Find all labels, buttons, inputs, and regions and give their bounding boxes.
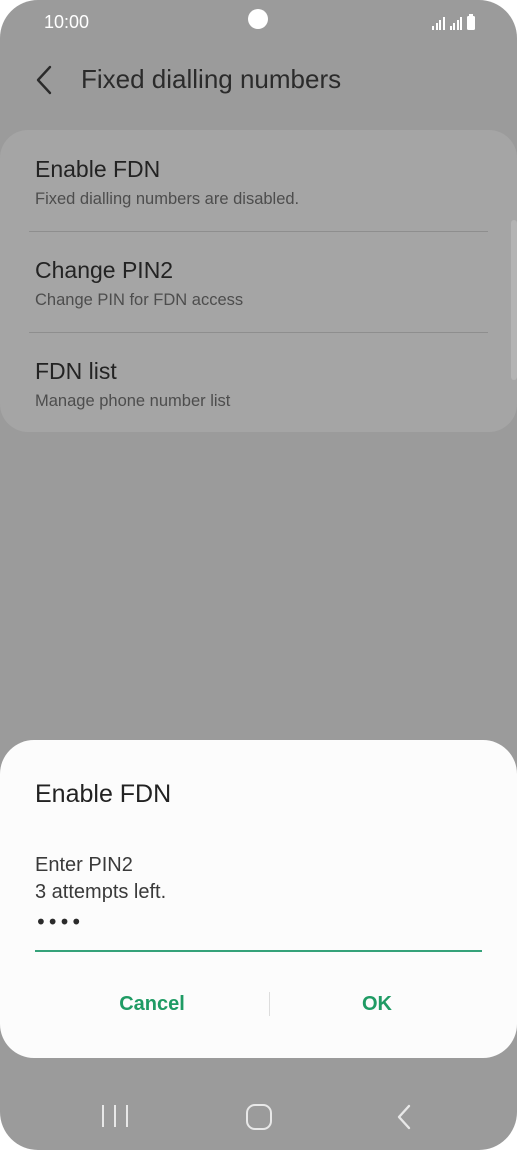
setting-enable-fdn[interactable]: Enable FDN Fixed dialling numbers are di…: [0, 130, 517, 230]
cancel-button[interactable]: Cancel: [52, 986, 252, 1022]
dialog-attempts: 3 attempts left.: [35, 881, 167, 903]
setting-subtitle: Manage phone number list: [35, 392, 231, 410]
scrollbar[interactable]: [511, 220, 517, 380]
status-icons: [432, 14, 475, 30]
setting-subtitle: Change PIN for FDN access: [35, 291, 244, 309]
dialog-prompt: Enter PIN2: [35, 854, 133, 876]
phone-screen: 10:00 Fixed dialling numbers Enable FDN …: [0, 0, 517, 1150]
button-divider: [269, 992, 270, 1016]
setting-title: FDN list: [35, 358, 117, 384]
pin2-input[interactable]: ••••: [35, 908, 482, 952]
back-icon[interactable]: [394, 1103, 414, 1131]
setting-change-pin2[interactable]: Change PIN2 Change PIN for FDN access: [0, 231, 517, 331]
page-title: Fixed dialling numbers: [81, 64, 342, 94]
chevron-left-icon[interactable]: [32, 64, 62, 96]
setting-title: Change PIN2: [35, 257, 174, 283]
dialog-title: Enable FDN: [35, 780, 172, 808]
front-camera: [248, 9, 268, 29]
signal-sim2-icon: [449, 16, 462, 30]
ok-button[interactable]: OK: [277, 986, 477, 1022]
setting-subtitle: Fixed dialling numbers are disabled.: [35, 190, 300, 208]
battery-icon: [467, 14, 475, 30]
signal-sim1-icon: [432, 16, 445, 30]
recent-apps-icon[interactable]: [102, 1105, 128, 1127]
pin2-masked-value: ••••: [35, 910, 83, 934]
settings-card: Enable FDN Fixed dialling numbers are di…: [0, 130, 517, 432]
home-icon[interactable]: [246, 1104, 272, 1130]
setting-fdn-list[interactable]: FDN list Manage phone number list: [0, 332, 517, 432]
enable-fdn-dialog: Enable FDN Enter PIN2 3 attempts left. •…: [0, 740, 517, 1058]
status-time: 10:00: [44, 12, 90, 32]
setting-title: Enable FDN: [35, 156, 161, 182]
